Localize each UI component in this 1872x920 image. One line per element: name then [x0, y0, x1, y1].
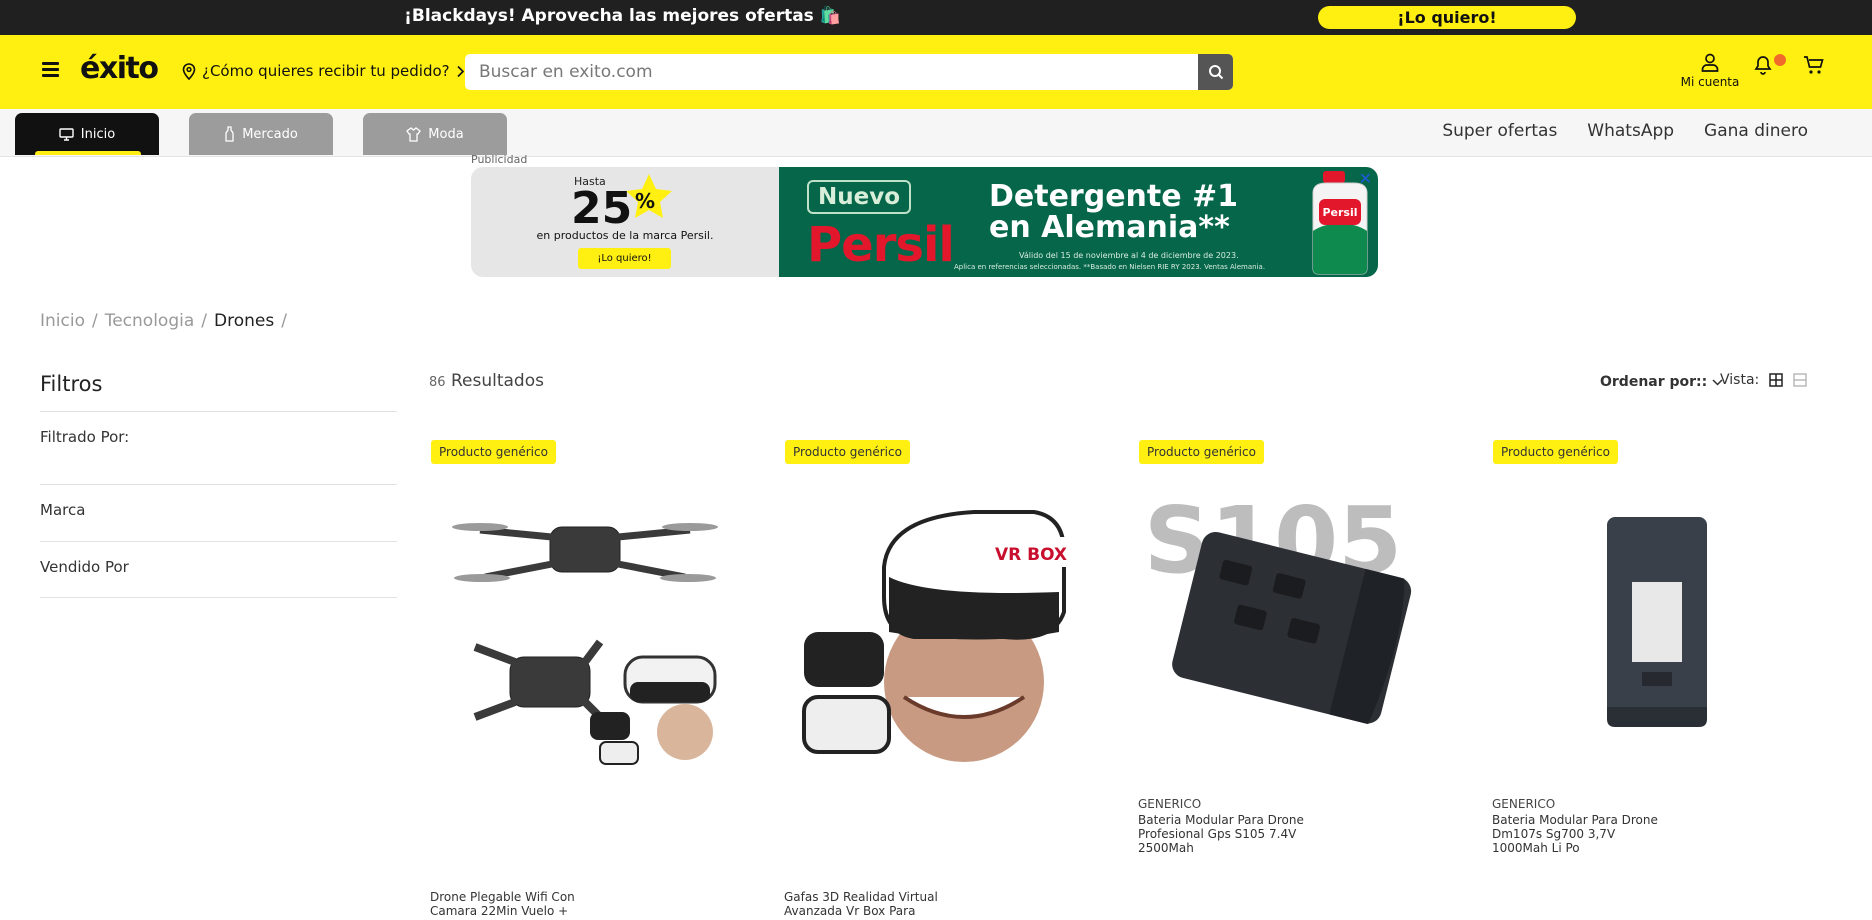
- cart-icon: [1804, 56, 1824, 74]
- delivery-selector[interactable]: ¿Cómo quieres recibir tu pedido?: [182, 62, 465, 80]
- generic-product-badge: Producto genérico: [1139, 440, 1264, 464]
- notification-dot: [1774, 54, 1786, 66]
- ad-headline-1: Detergente #1: [989, 179, 1239, 214]
- filters-title: Filtros: [40, 372, 103, 396]
- cart-button[interactable]: [1803, 55, 1825, 79]
- breadcrumb-drones: Drones: [214, 311, 275, 331]
- tab-label: Moda: [428, 126, 464, 142]
- filters-panel: Filtrado Por: Marca Vendido Por: [40, 411, 397, 598]
- bottle-icon: [225, 126, 234, 142]
- product-brand: GENERICO: [1492, 797, 1556, 811]
- product-card[interactable]: Producto genérico Drone Plegable Wifi Co…: [430, 440, 740, 920]
- filter-vendido-por[interactable]: Vendido Por: [40, 541, 397, 598]
- breadcrumb-separator: /: [91, 311, 98, 331]
- ad-percent: 25: [571, 183, 633, 234]
- filter-marca-label: Marca: [40, 501, 86, 519]
- ad-nuevo-badge: Nuevo: [807, 180, 911, 214]
- battery-s105-image: S105: [1148, 482, 1438, 772]
- ad-cta-button[interactable]: ¡Lo quiero!: [578, 248, 671, 269]
- bottle-brand-text: Persil: [1322, 206, 1357, 219]
- category-nav: Inicio Mercado Moda Super ofertas WhatsA…: [0, 109, 1872, 157]
- account-label: Mi cuenta: [1680, 75, 1740, 89]
- notifications-button[interactable]: [1752, 53, 1786, 79]
- view-toggle: Vista:: [1720, 372, 1807, 388]
- generic-product-badge: Producto genérico: [1493, 440, 1618, 464]
- promo-text: ¡Blackdays! Aprovecha las mejores oferta…: [404, 6, 841, 26]
- tab-label: Mercado: [242, 126, 298, 142]
- nav-link-super-ofertas[interactable]: Super ofertas: [1442, 121, 1557, 141]
- product-name[interactable]: Bateria Modular Para Drone Profesional G…: [1138, 813, 1313, 855]
- results-count: 86 Resultados: [429, 371, 544, 391]
- ad-offer-line: en productos de la marca Persil.: [536, 229, 714, 242]
- filter-vendido-por-label: Vendido Por: [40, 558, 129, 576]
- ad-persil-brand: Persil: [807, 217, 955, 273]
- delivery-label: ¿Cómo quieres recibir tu pedido?: [202, 62, 450, 80]
- search-input[interactable]: [479, 54, 1199, 90]
- product-card[interactable]: Producto genérico GENERICO Bateria Modul…: [1492, 440, 1802, 920]
- sort-dropdown[interactable]: Ordenar por::: [1600, 374, 1723, 390]
- sort-label: Ordenar por::: [1600, 374, 1708, 390]
- search-icon: [1208, 65, 1223, 80]
- filter-marca[interactable]: Marca: [40, 484, 397, 541]
- filtered-by-label: Filtrado Por:: [40, 428, 130, 446]
- breadcrumb-inicio[interactable]: Inicio: [40, 311, 85, 331]
- nav-link-whatsapp[interactable]: WhatsApp: [1587, 121, 1674, 141]
- generic-product-badge: Producto genérico: [431, 440, 556, 464]
- ad-headline-2: en Alemania**: [989, 210, 1230, 245]
- product-card[interactable]: Producto genérico S105 GENERICO Bateria …: [1138, 440, 1448, 920]
- site-header: éxito ¿Cómo quieres recibir tu pedido? M…: [0, 35, 1872, 109]
- menu-icon[interactable]: [42, 62, 59, 78]
- account-button[interactable]: Mi cuenta: [1675, 53, 1745, 89]
- breadcrumb: Inicio / Tecnologia / Drones /: [40, 311, 287, 331]
- search-button[interactable]: [1198, 54, 1233, 90]
- ad-banner[interactable]: Hasta 25 % en productos de la marca Pers…: [471, 167, 1378, 277]
- exito-logo[interactable]: éxito: [80, 51, 159, 86]
- search-bar: [465, 54, 1233, 90]
- vr-box-text: VR BOX: [995, 545, 1067, 565]
- grid-view-icon[interactable]: [1769, 373, 1783, 387]
- breadcrumb-separator: /: [201, 311, 207, 331]
- breadcrumb-separator: /: [281, 311, 287, 331]
- bell-icon: [1754, 56, 1772, 75]
- filtered-by-section: Filtrado Por:: [40, 411, 397, 484]
- tab-label: Inicio: [80, 126, 116, 142]
- product-name[interactable]: Gafas 3D Realidad Virtual Avanzada Vr Bo…: [784, 890, 959, 918]
- ad-fine-print-2: Aplica en referencias seleccionadas. **B…: [954, 263, 1266, 271]
- battery-dm107s-image: [1502, 482, 1792, 772]
- product-name[interactable]: Bateria Modular Para Drone Dm107s Sg700 …: [1492, 813, 1667, 855]
- ad-fine-print-1: Válido del 15 de noviembre al 4 de dicie…: [1019, 251, 1239, 260]
- nav-link-gana-dinero[interactable]: Gana dinero: [1704, 121, 1808, 141]
- ad-offer-panel: Hasta 25 % en productos de la marca Pers…: [471, 167, 779, 277]
- location-pin-icon: [182, 62, 196, 80]
- product-name[interactable]: Drone Plegable Wifi Con Camara 22Min Vue…: [430, 890, 605, 918]
- nav-links: Super ofertas WhatsApp Gana dinero: [1442, 121, 1808, 141]
- results-label: Resultados: [450, 371, 544, 391]
- tab-moda[interactable]: Moda: [363, 113, 507, 155]
- drone-kit-image: [440, 482, 730, 772]
- vr-box-image: VR BOX: [794, 482, 1084, 772]
- list-view-icon[interactable]: [1793, 373, 1807, 387]
- ad-persil-panel: Nuevo Persil Detergente #1 en Alemania**…: [779, 167, 1378, 277]
- ad-percent-sign: %: [635, 189, 656, 213]
- promo-bar: ¡Blackdays! Aprovecha las mejores oferta…: [0, 0, 1872, 35]
- user-icon: [1701, 53, 1719, 72]
- view-label: Vista:: [1720, 372, 1760, 388]
- tab-inicio[interactable]: Inicio: [15, 113, 159, 155]
- results-number: 86: [429, 375, 446, 390]
- monitor-icon: [59, 127, 74, 141]
- generic-product-badge: Producto genérico: [785, 440, 910, 464]
- ad-close-icon[interactable]: ✕: [1359, 169, 1372, 188]
- shirt-icon: [406, 126, 422, 142]
- ad-label: Publicidad: [471, 153, 528, 166]
- breadcrumb-tecnologia[interactable]: Tecnologia: [105, 311, 195, 331]
- chevron-right-icon: [457, 65, 464, 77]
- product-brand: GENERICO: [1138, 797, 1202, 811]
- promo-cta-button[interactable]: ¡Lo quiero!: [1318, 6, 1576, 29]
- tab-mercado[interactable]: Mercado: [189, 113, 333, 155]
- product-card[interactable]: Producto genérico VR BOX Gafas 3D Realid…: [784, 440, 1094, 920]
